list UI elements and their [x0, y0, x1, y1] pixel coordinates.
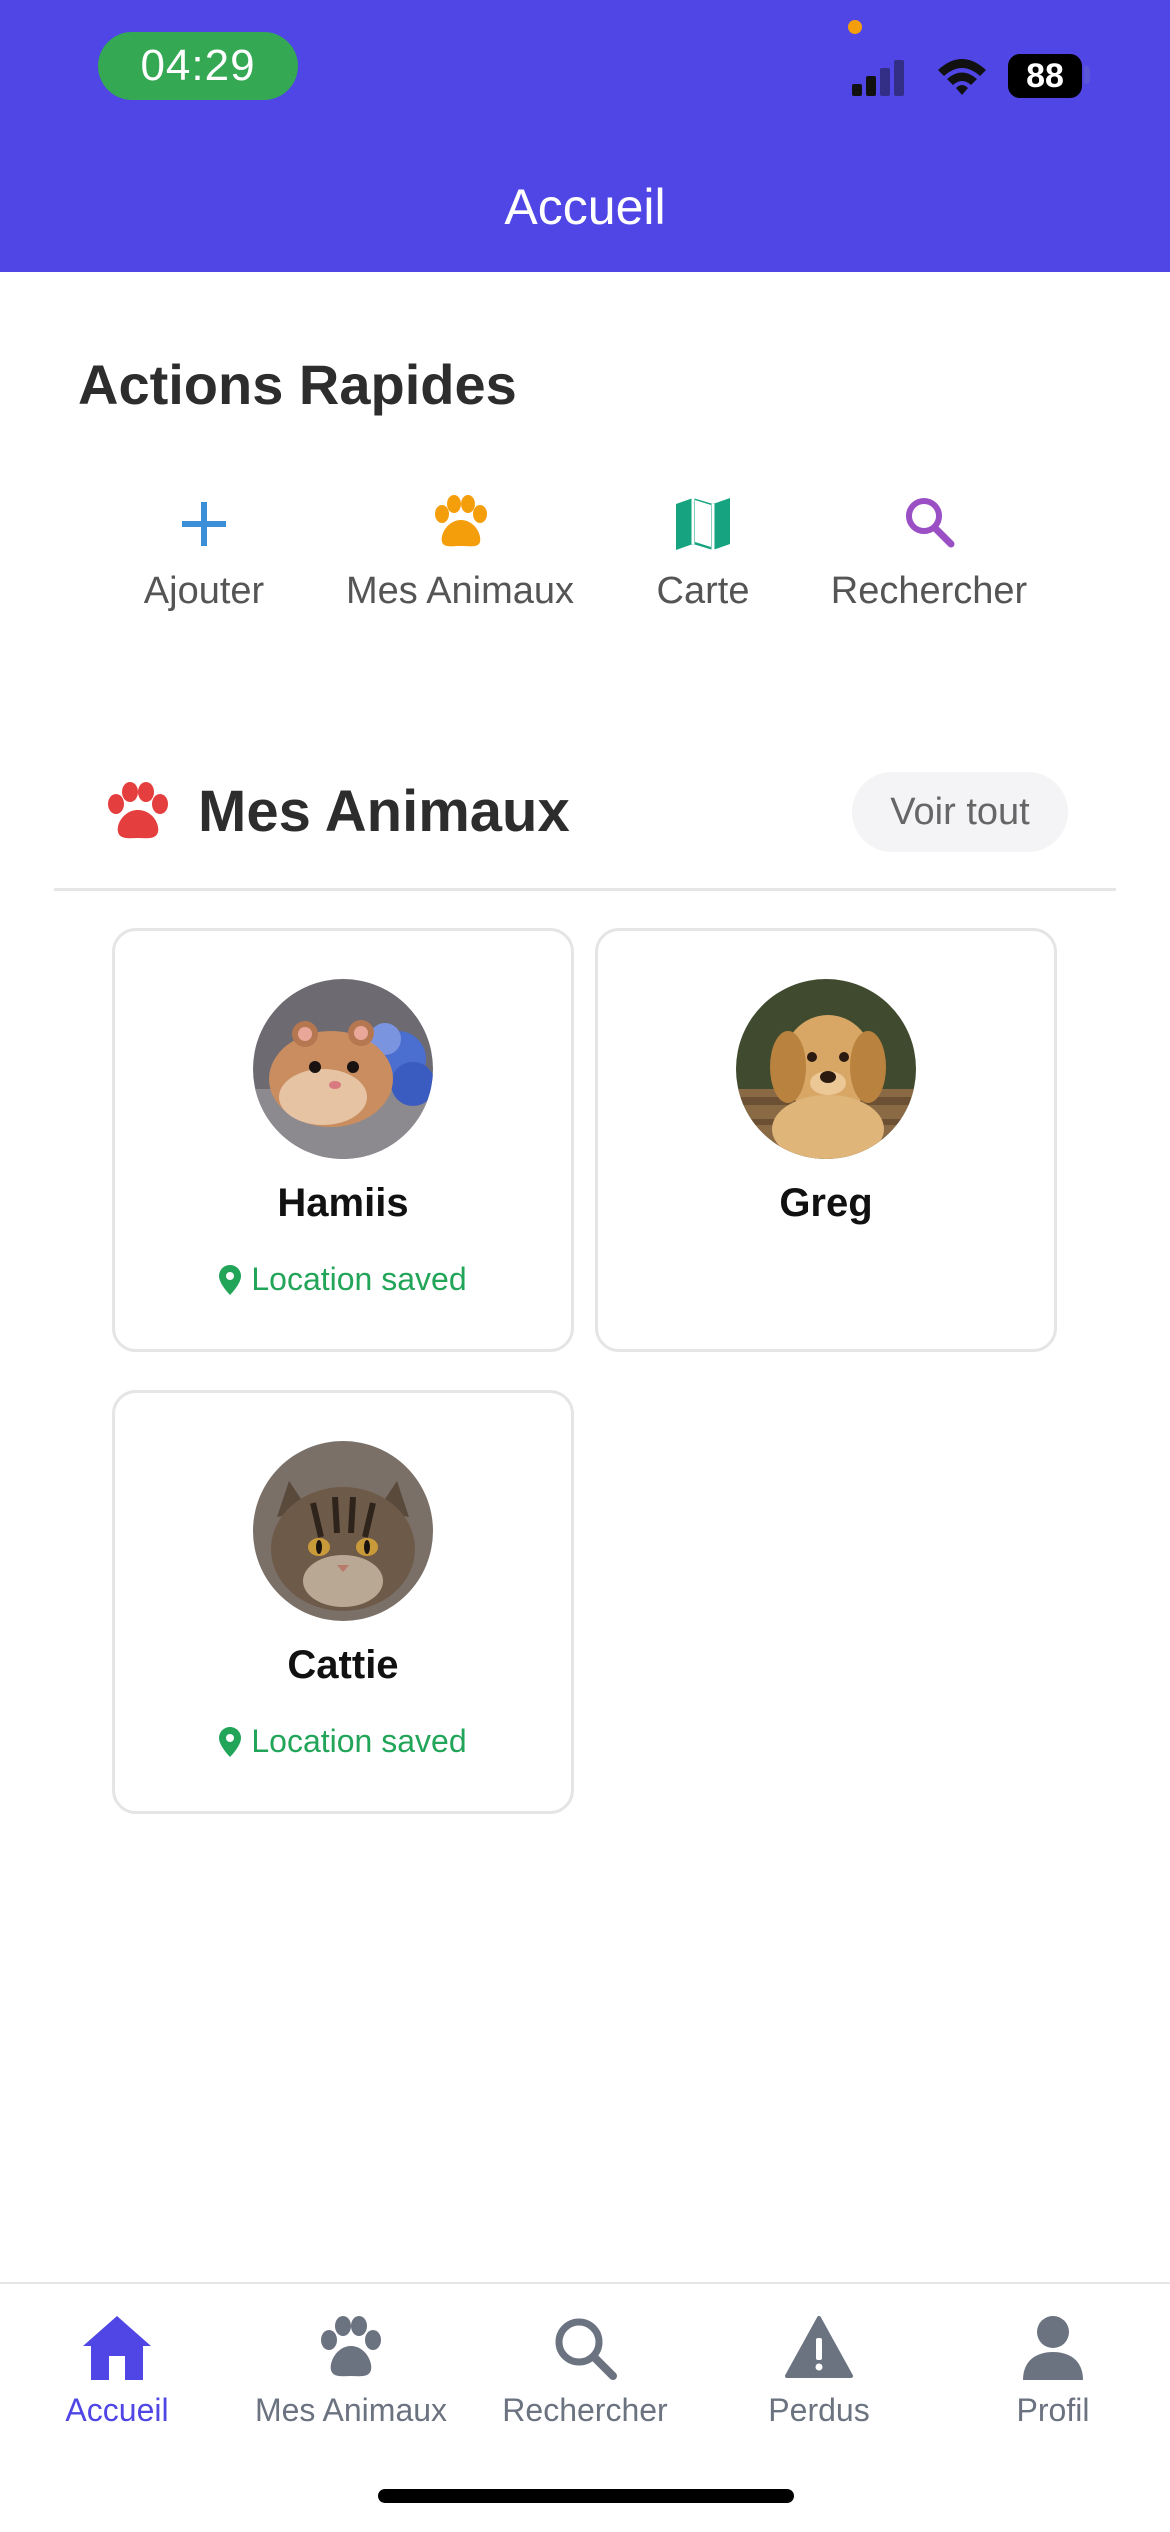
hamster-avatar [253, 979, 433, 1159]
tab-home[interactable]: Accueil [0, 2312, 234, 2472]
page-title: Accueil [504, 179, 666, 235]
pet-location-status: Location saved [115, 1261, 571, 1298]
quick-action-map[interactable]: Carte [640, 490, 766, 620]
pet-name: Cattie [287, 1643, 399, 1687]
quick-action-search-label: Rechercher [830, 570, 1028, 612]
paw-icon [321, 2316, 381, 2377]
tab-home-label: Accueil [65, 2392, 169, 2428]
tab-profile-label: Profil [1016, 2392, 1090, 2428]
privacy-indicator-dot [848, 20, 862, 34]
quick-action-add[interactable]: Ajouter [128, 490, 280, 620]
quick-action-map-label: Carte [656, 570, 750, 612]
user-icon [1023, 2316, 1083, 2380]
see-all-button[interactable]: Voir tout [852, 772, 1068, 852]
tab-lost[interactable]: Perdus [702, 2312, 936, 2472]
battery-indicator: 88 [1008, 54, 1082, 98]
location-pin-icon [219, 1727, 242, 1757]
quick-action-my-pets[interactable]: Mes Animaux [340, 490, 580, 620]
map-icon [676, 498, 730, 550]
pet-name: Hamiis [277, 1181, 409, 1225]
cat-avatar [253, 1441, 433, 1621]
pet-location-label: Location saved [251, 1723, 467, 1759]
paw-icon [108, 782, 168, 839]
quick-actions-title: Actions Rapides [78, 353, 517, 416]
pet-name: Greg [779, 1181, 873, 1225]
app-header: 04:29 88 Accueil [0, 0, 1170, 272]
battery-cap [1084, 66, 1090, 84]
pet-card-hamiis[interactable]: Hamiis Location saved [112, 928, 574, 1352]
tab-search[interactable]: Rechercher [468, 2312, 702, 2472]
tab-lost-label: Perdus [768, 2392, 870, 2428]
status-time: 04:29 [98, 32, 298, 100]
pet-card-cattie[interactable]: Cattie Location saved [112, 1390, 574, 1814]
search-icon [555, 2318, 617, 2380]
tab-my-pets-label: Mes Animaux [254, 2392, 448, 2428]
tab-profile[interactable]: Profil [936, 2312, 1170, 2472]
dog-avatar [736, 979, 916, 1159]
pet-location-label: Location saved [251, 1261, 467, 1297]
section-divider [54, 888, 1116, 891]
paw-icon [435, 495, 487, 547]
plus-icon [182, 502, 226, 546]
pet-card-greg[interactable]: Greg [595, 928, 1057, 1352]
tab-search-label: Rechercher [502, 2392, 668, 2428]
quick-action-search[interactable]: Rechercher [826, 490, 1032, 620]
home-indicator[interactable] [378, 2489, 794, 2503]
location-pin-icon [219, 1265, 242, 1295]
wifi-icon [938, 59, 986, 95]
home-screen: 04:29 88 Accueil Actions Rapides Ajouter [0, 0, 1170, 2532]
cellular-signal-icon [852, 60, 904, 96]
warning-icon [785, 2316, 853, 2378]
tab-my-pets[interactable]: Mes Animaux [234, 2312, 468, 2472]
my-pets-title: Mes Animaux [198, 779, 570, 844]
pet-location-status: Location saved [115, 1723, 571, 1760]
search-icon [906, 498, 955, 548]
quick-action-my-pets-label: Mes Animaux [345, 570, 575, 612]
quick-action-add-label: Ajouter [143, 570, 265, 612]
home-icon [83, 2316, 151, 2380]
